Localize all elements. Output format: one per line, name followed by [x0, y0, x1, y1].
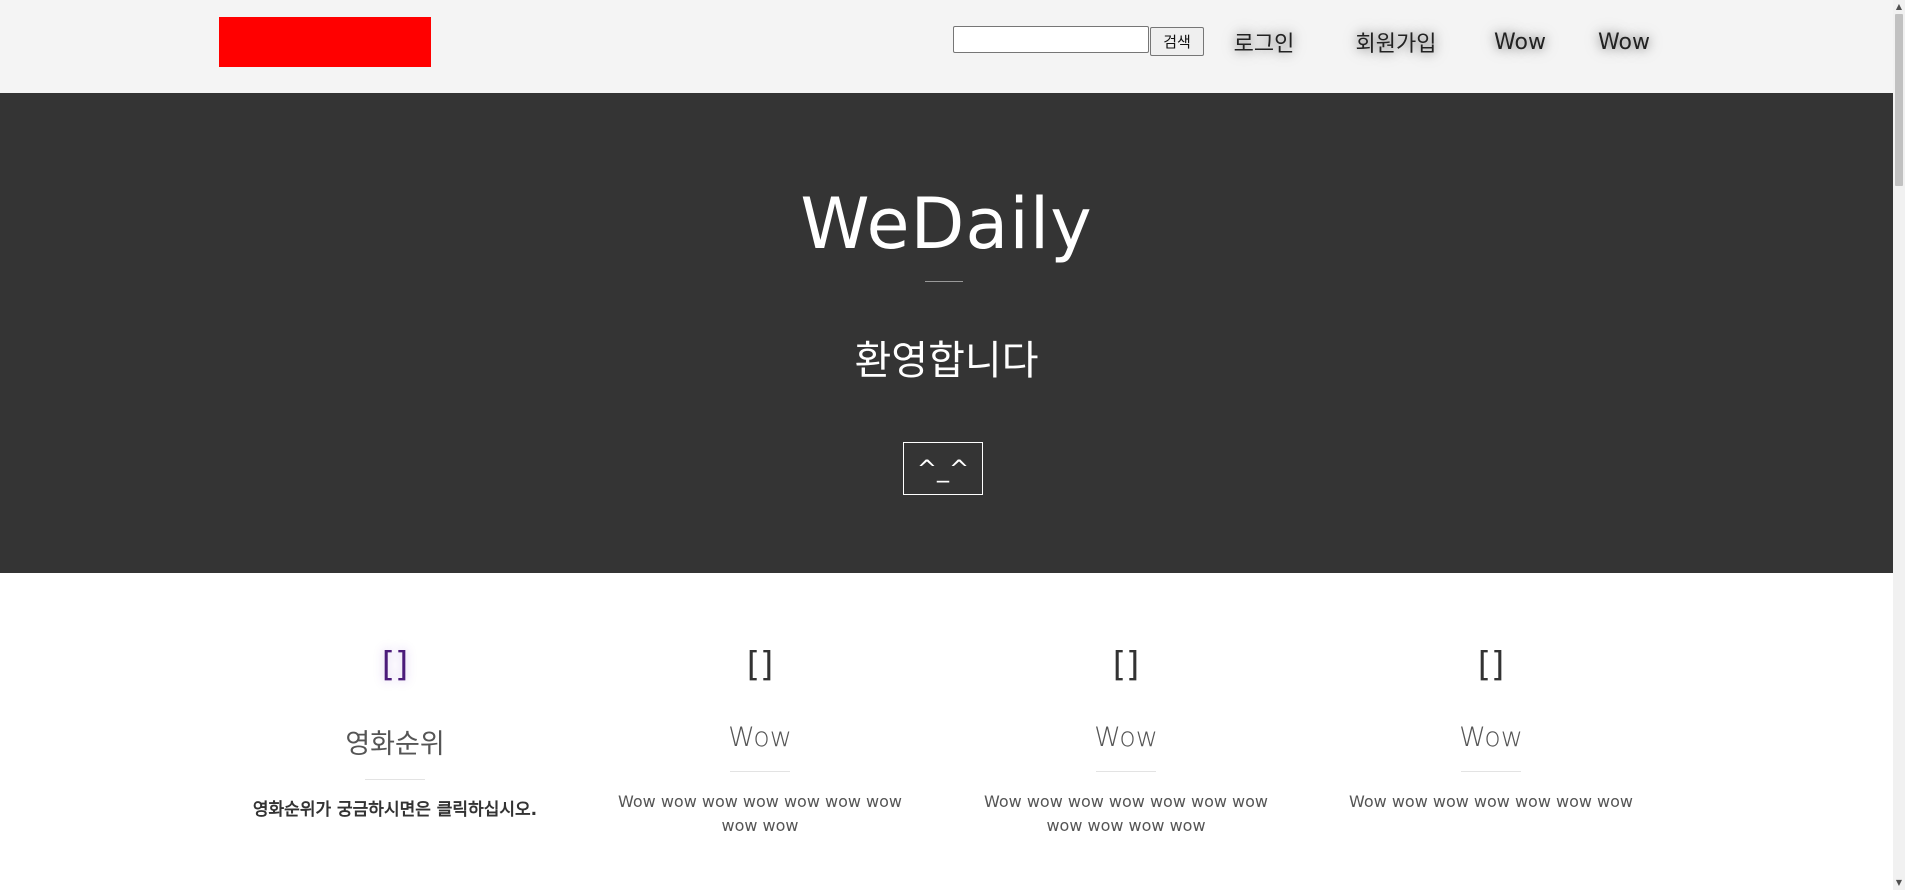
feature-divider	[365, 779, 425, 780]
feature-title: Wow	[1094, 722, 1158, 753]
hero-divider	[925, 281, 963, 282]
feature-description: Wow wow wow wow wow wow wow wow wow wow …	[983, 792, 1269, 835]
feature-title: Wow	[1459, 722, 1523, 753]
feature-description: Wow wow wow wow wow wow wow wow wow	[617, 792, 903, 835]
feature-title: 영화순위	[345, 729, 445, 760]
hero-subtitle: 환영합니다	[854, 338, 1039, 384]
bracket-icon: []	[381, 645, 409, 685]
feature-wow-3: [] Wow Wow wow wow wow wow wow wow	[1341, 640, 1641, 814]
site-logo[interactable]	[219, 17, 431, 67]
search-input[interactable]	[953, 26, 1149, 53]
bracket-icon: []	[746, 645, 774, 685]
feature-movie-ranking[interactable]: [] 영화순위 영화순위가 궁금하시면은 클릭하십시오.	[245, 640, 545, 822]
hero-title: WeDaily	[800, 183, 1093, 265]
hero-button[interactable]: ^_^	[903, 442, 983, 495]
feature-divider	[1461, 771, 1521, 772]
bracket-icon: []	[1112, 645, 1140, 685]
nav-wow-1[interactable]: Wow	[1482, 22, 1558, 62]
feature-wow-1: [] Wow Wow wow wow wow wow wow wow wow w…	[610, 640, 910, 838]
search-button[interactable]: 검색	[1150, 27, 1204, 56]
feature-divider	[1096, 771, 1156, 772]
feature-title: Wow	[728, 722, 792, 753]
scrollbar-thumb[interactable]	[1895, 14, 1903, 186]
feature-description: Wow wow wow wow wow wow wow	[1348, 792, 1634, 811]
scroll-up-arrow-icon[interactable]: ▲	[1893, 1, 1905, 13]
top-header: 검색 로그인 회원가입 Wow Wow	[0, 0, 1893, 93]
nav-signup[interactable]: 회원가입	[1340, 22, 1452, 62]
feature-wow-2: [] Wow Wow wow wow wow wow wow wow wow w…	[976, 640, 1276, 838]
nav-wow-2[interactable]: Wow	[1586, 22, 1662, 62]
hero-section: WeDaily 환영합니다 ^_^	[0, 93, 1893, 573]
bracket-icon: []	[1477, 645, 1505, 685]
feature-description: 영화순위가 궁금하시면은 클릭하십시오.	[252, 800, 538, 820]
feature-divider	[730, 771, 790, 772]
scroll-down-arrow-icon[interactable]: ▼	[1893, 877, 1905, 889]
nav-login[interactable]: 로그인	[1218, 22, 1310, 62]
